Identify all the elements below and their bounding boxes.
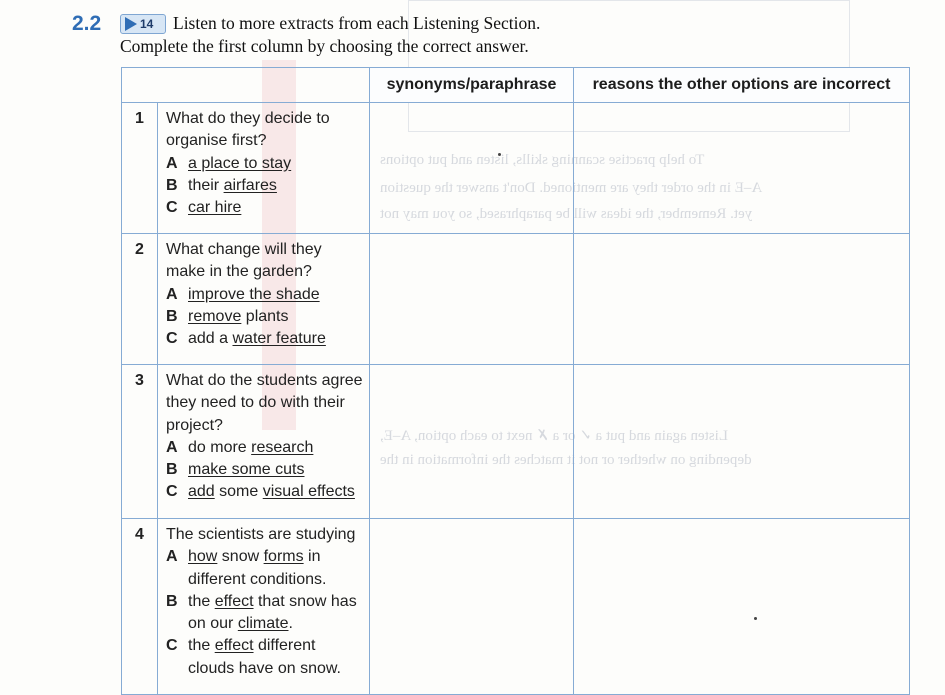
speck [754, 617, 757, 620]
option-b: Bremove plants [166, 306, 365, 328]
underlined-phrase: effect [214, 637, 254, 655]
question-cell: The scientists are studying Ahow snow for… [157, 518, 370, 695]
reasons-answer-cell[interactable] [573, 233, 910, 365]
option-letter: A [166, 438, 178, 456]
option-phrase: do more [188, 438, 252, 456]
underlined-phrase: forms [263, 548, 304, 566]
option-phrase: snow [217, 548, 264, 566]
option-letter: A [166, 548, 178, 566]
option-letter: C [166, 637, 178, 655]
underlined-phrase: effect [214, 592, 254, 610]
underlined-phrase: airfares [223, 176, 277, 194]
underlined-phrase: add [188, 483, 215, 501]
option-letter: B [166, 176, 178, 194]
option-text: remove plants [188, 306, 365, 328]
option-phrase: add a [188, 330, 233, 348]
underlined-phrase: a place to stay [188, 154, 292, 172]
question-cell: What change will they make in the garden… [157, 233, 370, 365]
question-cell: What do they decide to organise first? Aa… [157, 102, 370, 234]
option-letter: A [166, 154, 178, 172]
table-row: 1 What do they decide to organise first? A… [121, 102, 910, 234]
option-text: improve the shade [188, 284, 365, 306]
option-text: add some visual effects [188, 481, 365, 503]
option-letter: C [166, 483, 178, 501]
option-text: how snow forms in different conditions. [188, 546, 365, 591]
question-stem: What do the students agree they need to … [166, 372, 363, 434]
option-phrase: the [188, 637, 215, 655]
option-b: Bthe effect that snow has on our climate… [166, 591, 365, 636]
underlined-phrase: remove [188, 307, 242, 325]
option-letter: A [166, 285, 178, 303]
table-row: 4 The scientists are studying Ahow snow fo… [121, 518, 910, 695]
option-text: do more research [188, 437, 365, 459]
option-text: a place to stay [188, 153, 365, 175]
speck [498, 153, 501, 156]
underlined-phrase: water feature [232, 330, 326, 348]
option-phrase: the [188, 592, 215, 610]
track-number: 14 [140, 17, 154, 31]
reasons-answer-cell[interactable] [573, 518, 910, 695]
option-letter: B [166, 307, 178, 325]
underlined-phrase: research [251, 438, 314, 456]
option-text: add a water feature [188, 328, 365, 350]
underlined-phrase: climate [237, 615, 289, 633]
header-synonyms: synonyms/paraphrase [369, 67, 574, 103]
synonyms-answer-cell[interactable] [369, 233, 574, 365]
option-phrase: their [188, 176, 224, 194]
option-b: Btheir airfares [166, 175, 365, 197]
option-a: Ahow snow forms in different conditions. [166, 546, 365, 591]
underlined-phrase: improve the shade [188, 285, 320, 303]
reasons-answer-cell[interactable] [573, 102, 910, 234]
option-c: Ccar hire [166, 197, 365, 219]
option-a: Aimprove the shade [166, 284, 365, 306]
table-row: 2 What change will they make in the garde… [121, 233, 910, 365]
option-text: car hire [188, 197, 365, 219]
option-c: Cadd some visual effects [166, 481, 365, 503]
question-number: 3 [121, 364, 158, 519]
synonyms-answer-cell[interactable] [369, 364, 574, 519]
option-b: Bmake some cuts [166, 459, 365, 481]
option-c: Cthe effect different clouds have on sno… [166, 635, 365, 680]
option-a: Aa place to stay [166, 153, 365, 175]
option-text: their airfares [188, 175, 365, 197]
option-letter: B [166, 592, 178, 610]
table-header-row: synonyms/paraphrase reasons the other op… [121, 67, 910, 103]
table-row: 3 What do the students agree they need to… [121, 364, 910, 519]
question-number: 4 [121, 518, 158, 695]
underlined-phrase: make some cuts [188, 461, 305, 479]
play-icon [125, 17, 137, 31]
option-phrase: plants [241, 307, 289, 325]
question-stem: The scientists are studying [166, 526, 356, 543]
question-stem: What do they decide to organise first? [166, 110, 330, 150]
synonyms-answer-cell[interactable] [369, 518, 574, 695]
question-cell: What do the students agree they need to … [157, 364, 370, 519]
exercise-number: 2.2 [72, 12, 102, 35]
question-number: 1 [121, 102, 158, 234]
option-text: make some cuts [188, 459, 365, 481]
underlined-phrase: how [188, 548, 218, 566]
option-phrase: some [214, 483, 263, 501]
instruction-line-2: Complete the first column by choosing th… [120, 36, 529, 56]
audio-track-badge[interactable]: 14 [120, 14, 166, 34]
option-text: the effect different clouds have on snow… [188, 635, 365, 680]
option-letter: C [166, 330, 178, 348]
option-c: Cadd a water feature [166, 328, 365, 350]
header-blank [121, 67, 370, 103]
underlined-phrase: car hire [188, 199, 242, 217]
option-a: Ado more research [166, 437, 365, 459]
question-stem: What change will they make in the garden… [166, 241, 322, 281]
question-number: 2 [121, 233, 158, 365]
option-phrase: . [288, 615, 293, 633]
instruction-line-1: Listen to more extracts from each Listen… [173, 13, 541, 33]
underlined-phrase: visual effects [262, 483, 355, 501]
question-table: synonyms/paraphrase reasons the other op… [121, 67, 910, 695]
header-reasons: reasons the other options are incorrect [573, 67, 910, 103]
synonyms-answer-cell[interactable] [369, 102, 574, 234]
reasons-answer-cell[interactable] [573, 364, 910, 519]
option-letter: B [166, 461, 178, 479]
option-letter: C [166, 199, 178, 217]
option-text: the effect that snow has on our climate. [188, 591, 365, 636]
